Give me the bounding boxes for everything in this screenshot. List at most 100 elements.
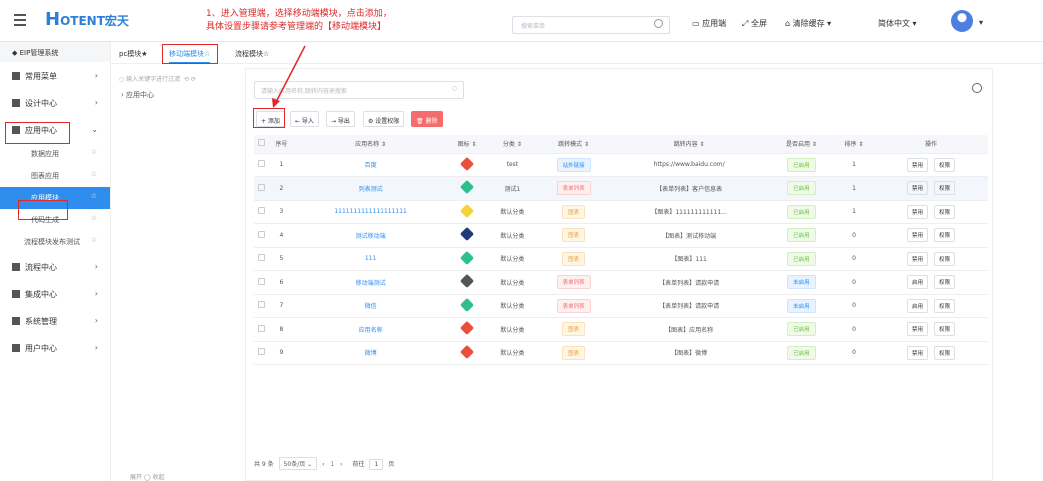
set-permission-button[interactable]: ⚙ 设置权限 (363, 111, 405, 127)
select-all-checkbox[interactable] (257, 139, 265, 147)
menu-search-input[interactable]: 搜索菜单 (512, 16, 670, 34)
language-select[interactable]: 简体中文 ▾ (878, 18, 917, 29)
refresh-icon[interactable] (972, 83, 982, 93)
category: 默认分类 (487, 200, 538, 224)
category: 默认分类 (487, 294, 538, 318)
row-checkbox[interactable] (257, 183, 265, 191)
next-page-button[interactable]: › (340, 461, 342, 468)
app-name-link[interactable]: 1111111111111111111 (294, 200, 448, 224)
bottom-toggle[interactable]: 展开 ◯ 收起 (130, 472, 165, 481)
permission-button[interactable]: 权限 (933, 251, 955, 266)
app-icon (447, 200, 488, 224)
toggle-enable-button[interactable]: 启用 (906, 275, 928, 290)
delete-button[interactable]: 🗑 删除 (411, 111, 443, 127)
permission-button[interactable]: 权限 (933, 298, 955, 313)
goto-page-input[interactable]: 1 (369, 459, 384, 470)
table-row[interactable]: 3 1111111111111111111 默认分类 图表 【图表】1111111111… (254, 200, 988, 224)
permission-button[interactable]: 权限 (933, 228, 955, 243)
row-checkbox[interactable] (257, 301, 265, 309)
row-checkbox[interactable] (257, 324, 265, 332)
table-row[interactable]: 4 测试移动端 默认分类 图表 【图表】测试移动端 已启用 0 禁用 权限 (254, 223, 988, 248)
fullscreen-button[interactable]: ⤢ 全屏 (742, 18, 767, 29)
row-index: 5 (268, 247, 295, 271)
tab-pc-module[interactable]: pc模块★ (119, 49, 148, 59)
table-row[interactable]: 9 微博 默认分类 图表 【图表】微博 已启用 0 禁用 权限 (254, 341, 988, 365)
sidebar-item-integration[interactable]: 集成中心 › (0, 280, 110, 307)
current-page[interactable]: 1 (330, 461, 334, 468)
table-row[interactable]: 8 应用名称 默认分类 图表 【图表】应用名称 已启用 0 禁用 权限 (254, 317, 988, 342)
sidebar-item-flow[interactable]: 流程中心 › (0, 253, 110, 280)
toggle-enable-button[interactable]: 禁用 (906, 204, 928, 219)
category: test (487, 153, 538, 177)
permission-button[interactable]: 权限 (933, 322, 955, 337)
table-row[interactable]: 1 百度 test 站外链接 https://www.baidu.com/已启用 1 禁用权… (254, 153, 988, 177)
sort-value: 0 (834, 341, 874, 365)
app-name-link[interactable]: 应用名称 (294, 317, 448, 342)
sort-value: 0 (834, 247, 874, 271)
row-checkbox[interactable] (257, 160, 265, 168)
table-row[interactable]: 7 微信 默认分类 表单列表 【表单列表】请款申请 未启用 0 启用 权限 (254, 294, 988, 318)
page-size-select[interactable]: 50条/页 ⌄ (278, 457, 318, 470)
prev-page-button[interactable]: ‹ (322, 461, 324, 468)
app-icon (447, 153, 488, 177)
app-name-link[interactable]: 百度 (294, 153, 448, 177)
toggle-enable-button[interactable]: 禁用 (906, 157, 928, 172)
column-header[interactable]: 应用名称 ⇕ (294, 135, 448, 154)
sidebar-item-system[interactable]: 系统管理 › (0, 307, 110, 334)
row-actions: 启用 权限 (873, 270, 988, 295)
column-header (254, 135, 269, 154)
tree-filter-input[interactable]: ○ 输入关键字进行过滤 ⟲ ⟳ (119, 74, 196, 83)
permission-button[interactable]: 权限 (933, 204, 955, 219)
column-header[interactable]: 分类 ⇕ (487, 135, 538, 154)
sidebar-item-design[interactable]: 设计中心 › (0, 89, 110, 116)
status-badge: 已启用 (768, 176, 835, 201)
row-checkbox[interactable] (257, 254, 265, 262)
toggle-enable-button[interactable]: 禁用 (906, 322, 928, 337)
sidebar-sub-data-app[interactable]: 数据应用 ☆ (0, 143, 110, 165)
table-row[interactable]: 6 移动端测试 默认分类 表单列表 【表单列表】请款申请 未启用 0 启用 权限 (254, 270, 988, 295)
column-header[interactable]: 是否启用 ⇕ (768, 135, 835, 154)
toggle-enable-button[interactable]: 禁用 (906, 181, 928, 196)
column-header[interactable]: 排序 ⇕ (834, 135, 874, 154)
app-name-link[interactable]: 111 (294, 247, 448, 271)
sidebar-sub-chart-app[interactable]: 图表应用 ☆ (0, 165, 110, 187)
app-name-link[interactable]: 测试移动端 (294, 223, 448, 248)
sidebar-sub-flow-test[interactable]: 流程模块发布测试 ☆ (0, 231, 110, 253)
sidebar-item-common[interactable]: 常用菜单 › (0, 62, 110, 89)
clear-cache-button[interactable]: ⌂ 清除缓存 ▾ (785, 18, 831, 29)
app-name-link[interactable]: 移动端测试 (294, 270, 448, 295)
toggle-enable-button[interactable]: 禁用 (906, 228, 928, 243)
column-header[interactable]: 图标 ⇕ (447, 135, 488, 154)
toggle-enable-button[interactable]: 启用 (906, 298, 928, 313)
column-header[interactable]: 跳转模式 ⇕ (537, 135, 610, 154)
permission-button[interactable]: 权限 (933, 275, 955, 290)
permission-button[interactable]: 权限 (933, 181, 955, 196)
toggle-enable-button[interactable]: 禁用 (906, 345, 928, 360)
tab-flow-module[interactable]: 流程模块☆ (235, 49, 269, 59)
app-end-button[interactable]: ▭ 应用端 (692, 18, 726, 29)
sidebar-item-user[interactable]: 用户中心 › (0, 334, 110, 361)
app-icon (447, 247, 488, 271)
row-checkbox[interactable] (257, 207, 265, 215)
app-name-link[interactable]: 列表测试 (294, 176, 448, 201)
sort-value: 1 (834, 153, 874, 177)
row-checkbox[interactable] (257, 348, 265, 356)
row-index: 1 (268, 153, 295, 177)
row-checkbox[interactable] (257, 230, 265, 238)
toggle-enable-button[interactable]: 禁用 (906, 251, 928, 266)
import-button[interactable]: ← 导入 (290, 111, 319, 127)
avatar[interactable] (951, 10, 973, 32)
table-row[interactable]: 5 111 默认分类 图表 【图表】111 已启用 0 禁用 权限 (254, 247, 988, 271)
tree-node-app-center[interactable]: › 应用中心 (121, 90, 154, 100)
row-checkbox[interactable] (257, 277, 265, 285)
app-name-link[interactable]: 微博 (294, 341, 448, 365)
permission-button[interactable]: 权限 (933, 157, 955, 172)
menu-toggle-icon[interactable] (14, 14, 26, 26)
keyword-search-input[interactable]: 请输入应用名称,跳转内容来搜索 ○ (254, 81, 464, 99)
app-name-link[interactable]: 微信 (294, 294, 448, 318)
table-row[interactable]: 2 列表测试 测试1 表单列表 【表单列表】客户信息表 已启用 1 禁用 权限 (254, 176, 988, 201)
export-button[interactable]: → 导出 (326, 111, 355, 127)
column-header[interactable]: 跳转内容 ⇕ (609, 135, 769, 154)
permission-button[interactable]: 权限 (933, 345, 955, 360)
avatar-dropdown-icon[interactable]: ▾ (979, 18, 983, 27)
